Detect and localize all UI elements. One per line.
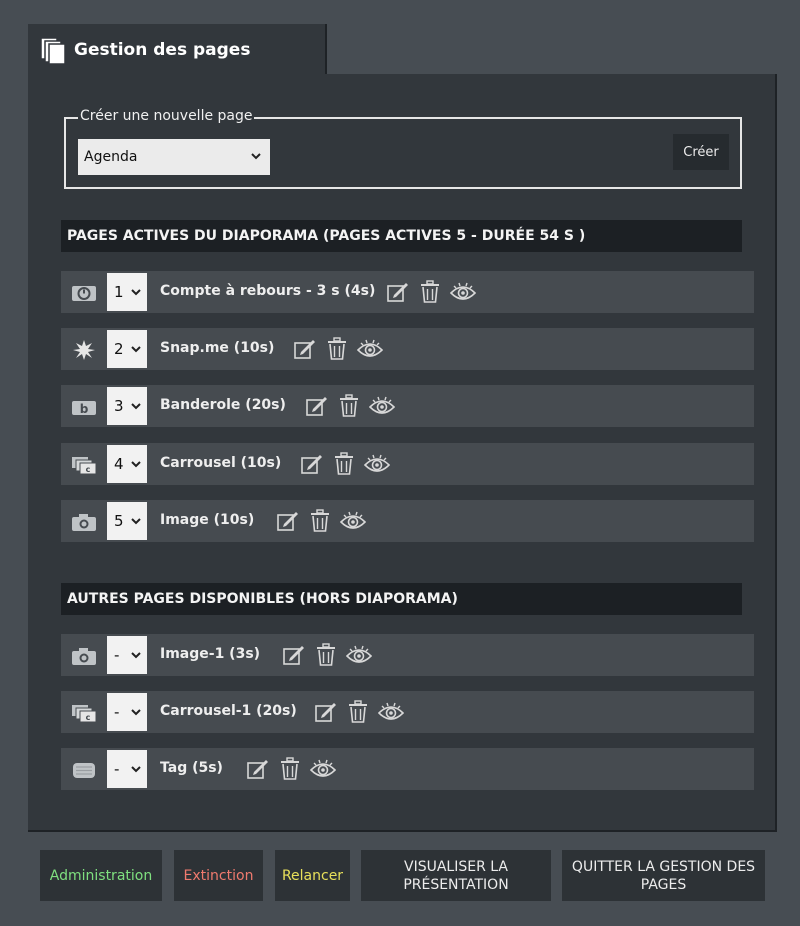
trash-icon[interactable] [332, 452, 356, 476]
administration-button[interactable]: Administration [40, 850, 162, 901]
chevron-down-icon [131, 766, 141, 773]
active-row-4: c 4 Carrousel (10s) [61, 443, 754, 485]
page-type-value: Agenda [84, 149, 138, 165]
camera-icon [72, 514, 96, 531]
svg-text:c: c [86, 465, 91, 474]
page-label: Banderole (20s) [160, 397, 286, 413]
order-value: - [114, 703, 120, 721]
order-value: 3 [114, 397, 124, 415]
edit-icon[interactable] [282, 643, 306, 667]
page-title: Gestion des pages [74, 40, 251, 60]
other-row-1: - Image-1 (3s) [61, 634, 754, 676]
other-row-2: c - Carrousel-1 (20s) [61, 691, 754, 733]
order-select[interactable]: 4 [107, 445, 147, 483]
create-page-fieldset: Créer une nouvelle page Agenda Créer [64, 108, 742, 189]
active-row-2: 2 Snap.me (10s) [61, 328, 754, 370]
chevron-down-icon [131, 289, 141, 296]
eye-icon[interactable] [310, 757, 336, 781]
edit-icon[interactable] [246, 757, 270, 781]
create-button[interactable]: Créer [673, 134, 729, 170]
edit-icon[interactable] [293, 337, 317, 361]
trash-icon[interactable] [346, 700, 370, 724]
active-pages-heading: PAGES ACTIVES DU DIAPORAMA (PAGES ACTIVE… [61, 220, 742, 252]
eye-icon[interactable] [340, 509, 366, 533]
countdown-icon [72, 286, 96, 301]
eye-icon[interactable] [378, 700, 404, 724]
chevron-down-icon [131, 518, 141, 525]
chevron-down-icon [131, 709, 141, 716]
other-pages-heading: AUTRES PAGES DISPONIBLES (HORS DIAPORAMA… [61, 583, 742, 615]
order-select[interactable]: 3 [107, 387, 147, 425]
page-label: Image-1 (3s) [160, 646, 261, 662]
order-select[interactable]: - [107, 693, 147, 731]
other-row-3: - Tag (5s) [61, 748, 754, 790]
pages-panel: Créer une nouvelle page Agenda Créer PAG… [28, 74, 777, 832]
create-page-legend: Créer une nouvelle page [78, 108, 255, 124]
carousel-icon: c [72, 705, 97, 723]
eye-icon[interactable] [357, 337, 383, 361]
pages-icon [40, 37, 66, 65]
order-value: 1 [114, 283, 124, 301]
trash-icon[interactable] [314, 643, 338, 667]
page-type-select[interactable]: Agenda [78, 139, 270, 175]
page-label: Tag (5s) [160, 760, 223, 776]
order-value: - [114, 760, 120, 778]
page-label: Carrousel (10s) [160, 455, 282, 471]
order-select[interactable]: 2 [107, 330, 147, 368]
extinction-button[interactable]: Extinction [174, 850, 263, 901]
tag-icon [73, 763, 95, 778]
trash-icon[interactable] [308, 509, 332, 533]
edit-icon[interactable] [314, 700, 338, 724]
camera-icon [72, 648, 96, 665]
relancer-button[interactable]: Relancer [275, 850, 350, 901]
edit-icon[interactable] [305, 394, 329, 418]
page-label: Snap.me (10s) [160, 340, 275, 356]
edit-icon[interactable] [386, 280, 410, 304]
page-label: Image (10s) [160, 512, 255, 528]
active-row-3: b 3 Banderole (20s) [61, 385, 754, 427]
edit-icon[interactable] [276, 509, 300, 533]
eye-icon[interactable] [364, 452, 390, 476]
edit-icon[interactable] [300, 452, 324, 476]
order-select[interactable]: - [107, 750, 147, 788]
eye-icon[interactable] [369, 394, 395, 418]
trash-icon[interactable] [278, 757, 302, 781]
quitter-button[interactable]: QUITTER LA GESTION DES PAGES [562, 850, 765, 901]
order-select[interactable]: 1 [107, 273, 147, 311]
order-value: 2 [114, 340, 124, 358]
chevron-down-icon [131, 346, 141, 353]
page-label: Carrousel-1 (20s) [160, 703, 297, 719]
chevron-down-icon [131, 652, 141, 659]
carousel-icon: c [72, 457, 97, 475]
order-value: 5 [114, 512, 124, 530]
svg-text:c: c [86, 713, 91, 722]
trash-icon[interactable] [418, 280, 442, 304]
eye-icon[interactable] [450, 280, 476, 304]
active-row-1: 1 Compte à rebours - 3 s (4s) [61, 271, 754, 313]
snapme-icon [73, 340, 95, 360]
order-value: 4 [114, 455, 124, 473]
order-value: - [114, 646, 120, 664]
page-title-tab: Gestion des pages [28, 24, 327, 76]
trash-icon[interactable] [337, 394, 361, 418]
chevron-down-icon [131, 461, 141, 468]
chevron-down-icon [131, 403, 141, 410]
trash-icon[interactable] [325, 337, 349, 361]
chevron-down-icon [251, 153, 261, 160]
active-row-5: 5 Image (10s) [61, 500, 754, 542]
svg-text:b: b [80, 402, 89, 416]
eye-icon[interactable] [346, 643, 372, 667]
visualiser-button[interactable]: VISUALISER LA PRÉSENTATION [361, 850, 551, 901]
order-select[interactable]: 5 [107, 502, 147, 540]
order-select[interactable]: - [107, 636, 147, 674]
banner-icon: b [72, 401, 96, 416]
page-label: Compte à rebours - 3 s (4s) [160, 283, 376, 299]
